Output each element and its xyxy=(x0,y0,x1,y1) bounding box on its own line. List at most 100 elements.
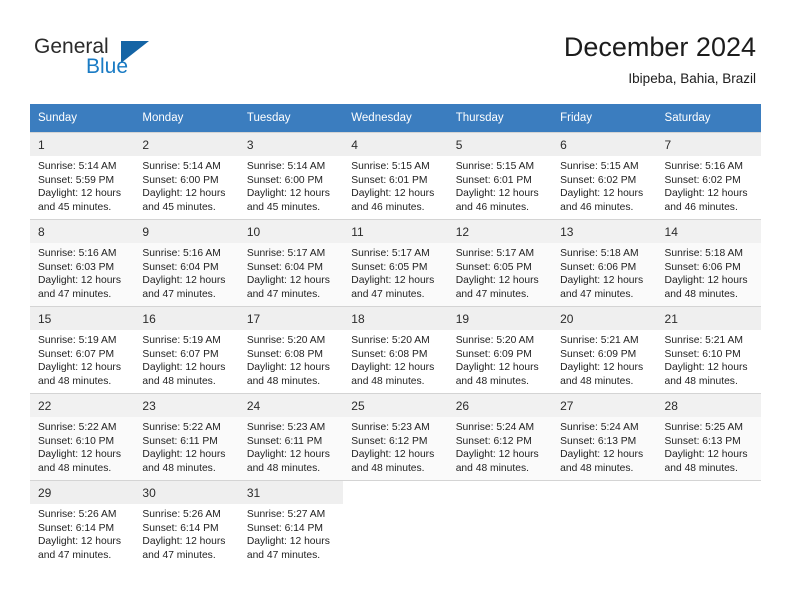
sunset-text: Sunset: 6:00 PM xyxy=(246,174,323,186)
calendar-day-cell[interactable]: 16 Sunrise: 5:19 AM Sunset: 6:07 PM Dayligh… xyxy=(134,306,239,394)
day-number: 10 xyxy=(238,220,344,243)
sunset-text: Sunset: 6:09 PM xyxy=(560,348,637,360)
calendar-day-cell[interactable]: 1 Sunrise: 5:14 AM Sunset: 5:59 PM Daylight… xyxy=(30,132,135,220)
calendar-day-cell[interactable]: 19 Sunrise: 5:20 AM Sunset: 6:09 PM Dayligh… xyxy=(447,306,553,394)
calendar-body: 1 Sunrise: 5:14 AM Sunset: 5:59 PM Daylight… xyxy=(30,132,761,567)
day-number: 22 xyxy=(30,394,135,417)
sunrise-text: Sunrise: 5:24 AM xyxy=(560,422,639,433)
day-number: 31 xyxy=(238,481,344,504)
calendar-day-cell[interactable]: 9 Sunrise: 5:16 AM Sunset: 6:04 PM Daylight… xyxy=(134,219,239,307)
daylight-text: and 45 minutes. xyxy=(38,201,112,213)
daylight-text: and 48 minutes. xyxy=(664,288,738,300)
sunset-text: Sunset: 6:14 PM xyxy=(142,522,219,534)
day-details xyxy=(343,490,447,494)
sunrise-text: Sunrise: 5:26 AM xyxy=(142,509,221,520)
calendar-day-cell[interactable]: 18 Sunrise: 5:20 AM Sunset: 6:08 PM Dayligh… xyxy=(343,306,448,394)
calendar-day-cell[interactable]: 3 Sunrise: 5:14 AM Sunset: 6:00 PM Daylight… xyxy=(238,132,344,220)
day-details: Sunrise: 5:24 AM Sunset: 6:13 PM Daylight:… xyxy=(552,417,656,475)
day-number: 2 xyxy=(134,133,239,156)
calendar-day-cell[interactable]: 22 Sunrise: 5:22 AM Sunset: 6:10 PM Dayligh… xyxy=(30,393,135,481)
sunset-text: Sunset: 6:06 PM xyxy=(560,261,637,273)
daylight-text: Daylight: 12 hours xyxy=(246,275,330,287)
daylight-text: and 48 minutes. xyxy=(560,462,634,474)
calendar-day-cell[interactable]: 6 Sunrise: 5:15 AM Sunset: 6:02 PM Daylight… xyxy=(552,132,657,220)
daylight-text: and 46 minutes. xyxy=(455,201,529,213)
calendar-day-cell[interactable]: 25 Sunrise: 5:23 AM Sunset: 6:12 PM Dayligh… xyxy=(343,393,448,481)
logo-text-blue: Blue xyxy=(86,55,129,78)
day-number: 3 xyxy=(238,133,344,156)
calendar-day-cell[interactable]: 12 Sunrise: 5:17 AM Sunset: 6:05 PM Dayligh… xyxy=(447,219,553,307)
calendar-day-cell[interactable]: 20 Sunrise: 5:21 AM Sunset: 6:09 PM Dayligh… xyxy=(552,306,657,394)
day-number: 18 xyxy=(343,307,448,330)
daylight-text: and 48 minutes. xyxy=(38,375,112,387)
calendar-day-cell[interactable]: 21 Sunrise: 5:21 AM Sunset: 6:10 PM Dayligh… xyxy=(656,306,761,394)
sunrise-text: Sunrise: 5:21 AM xyxy=(560,335,639,346)
sunrise-text: Sunrise: 5:25 AM xyxy=(664,422,743,433)
sunrise-text: Sunrise: 5:14 AM xyxy=(38,161,117,172)
page-title: December 2024 xyxy=(563,32,756,62)
calendar-day-cell[interactable]: 24 Sunrise: 5:23 AM Sunset: 6:11 PM Dayligh… xyxy=(238,393,344,481)
sunrise-text: Sunrise: 5:15 AM xyxy=(560,161,639,172)
calendar-day-cell[interactable]: 26 Sunrise: 5:24 AM Sunset: 6:12 PM Dayligh… xyxy=(447,393,553,481)
day-details: Sunrise: 5:20 AM Sunset: 6:09 PM Daylight:… xyxy=(448,330,552,388)
calendar-cell-empty xyxy=(343,480,448,567)
day-details: Sunrise: 5:16 AM Sunset: 6:02 PM Daylight:… xyxy=(657,156,761,214)
day-number: 20 xyxy=(552,307,657,330)
day-details xyxy=(448,490,552,494)
day-details: Sunrise: 5:17 AM Sunset: 6:05 PM Daylight:… xyxy=(448,243,552,301)
calendar-day-cell[interactable]: 15 Sunrise: 5:19 AM Sunset: 6:07 PM Dayligh… xyxy=(30,306,135,394)
daylight-text: and 48 minutes. xyxy=(351,462,425,474)
sunset-text: Sunset: 6:14 PM xyxy=(246,522,323,534)
calendar-day-cell[interactable]: 11 Sunrise: 5:17 AM Sunset: 6:05 PM Dayligh… xyxy=(343,219,448,307)
sunset-text: Sunset: 6:13 PM xyxy=(664,435,741,447)
day-details: Sunrise: 5:26 AM Sunset: 6:14 PM Daylight:… xyxy=(134,504,238,562)
daylight-text: and 45 minutes. xyxy=(142,201,216,213)
day-number: 28 xyxy=(656,394,761,417)
daylight-text: and 46 minutes. xyxy=(351,201,425,213)
daylight-text: and 48 minutes. xyxy=(246,375,321,387)
calendar-day-cell[interactable]: 2 Sunrise: 5:14 AM Sunset: 6:00 PM Daylight… xyxy=(134,132,239,220)
calendar-day-cell[interactable]: 30 Sunrise: 5:26 AM Sunset: 6:14 PM Dayligh… xyxy=(134,480,239,567)
day-details: Sunrise: 5:17 AM Sunset: 6:04 PM Daylight:… xyxy=(239,243,343,301)
calendar-day-cell[interactable]: 17 Sunrise: 5:20 AM Sunset: 6:08 PM Dayligh… xyxy=(238,306,344,394)
day-details: Sunrise: 5:14 AM Sunset: 6:00 PM Daylight:… xyxy=(239,156,343,214)
day-details: Sunrise: 5:14 AM Sunset: 6:00 PM Daylight:… xyxy=(134,156,238,214)
daylight-text: and 48 minutes. xyxy=(38,462,112,474)
calendar-day-cell[interactable]: 5 Sunrise: 5:15 AM Sunset: 6:01 PM Daylight… xyxy=(447,132,553,220)
day-number: 27 xyxy=(552,394,657,417)
sunrise-text: Sunrise: 5:16 AM xyxy=(664,161,743,172)
calendar-day-cell[interactable]: 14 Sunrise: 5:18 AM Sunset: 6:06 PM Dayligh… xyxy=(656,219,761,307)
sunrise-text: Sunrise: 5:16 AM xyxy=(38,248,117,259)
calendar-day-cell[interactable]: 31 Sunrise: 5:27 AM Sunset: 6:14 PM Dayligh… xyxy=(238,480,344,567)
daylight-text: Daylight: 12 hours xyxy=(38,188,121,200)
sunset-text: Sunset: 6:11 PM xyxy=(142,435,218,447)
sunset-text: Sunset: 6:07 PM xyxy=(38,348,115,360)
calendar-day-cell[interactable]: 8 Sunrise: 5:16 AM Sunset: 6:03 PM Daylight… xyxy=(30,219,135,307)
calendar-day-cell[interactable]: 7 Sunrise: 5:16 AM Sunset: 6:02 PM Daylight… xyxy=(656,132,761,220)
calendar-day-cell[interactable]: 10 Sunrise: 5:17 AM Sunset: 6:04 PM Dayligh… xyxy=(238,219,344,307)
day-details: Sunrise: 5:20 AM Sunset: 6:08 PM Daylight:… xyxy=(343,330,447,388)
sunset-text: Sunset: 6:02 PM xyxy=(664,174,741,186)
daylight-text: Daylight: 12 hours xyxy=(142,275,226,287)
sunset-text: Sunset: 6:03 PM xyxy=(38,261,115,273)
calendar-week-row: 1 Sunrise: 5:14 AM Sunset: 5:59 PM Daylight… xyxy=(30,132,761,220)
calendar-day-cell[interactable]: 29 Sunrise: 5:26 AM Sunset: 6:14 PM Dayligh… xyxy=(30,480,135,567)
daylight-text: and 48 minutes. xyxy=(142,462,216,474)
day-details: Sunrise: 5:18 AM Sunset: 6:06 PM Daylight:… xyxy=(657,243,761,301)
calendar-day-cell[interactable]: 13 Sunrise: 5:18 AM Sunset: 6:06 PM Dayligh… xyxy=(552,219,657,307)
day-number: 1 xyxy=(30,133,135,156)
calendar-day-cell[interactable]: 23 Sunrise: 5:22 AM Sunset: 6:11 PM Dayligh… xyxy=(134,393,239,481)
daylight-text: Daylight: 12 hours xyxy=(560,275,644,287)
calendar-day-cell[interactable]: 28 Sunrise: 5:25 AM Sunset: 6:13 PM Dayligh… xyxy=(656,393,761,481)
title-block: December 2024 Ibipeba, Bahia, Brazil xyxy=(564,30,756,89)
calendar-day-cell[interactable]: 27 Sunrise: 5:24 AM Sunset: 6:13 PM Dayligh… xyxy=(552,393,657,481)
daylight-text: Daylight: 12 hours xyxy=(142,536,226,548)
daylight-text: and 48 minutes. xyxy=(455,375,529,387)
sunrise-text: Sunrise: 5:16 AM xyxy=(142,248,221,259)
daylight-text: Daylight: 12 hours xyxy=(142,449,226,461)
daylight-text: Daylight: 12 hours xyxy=(246,188,330,200)
calendar-day-cell[interactable]: 4 Sunrise: 5:15 AM Sunset: 6:01 PM Daylight… xyxy=(343,132,448,220)
sunrise-text: Sunrise: 5:14 AM xyxy=(246,161,326,172)
day-number: 7 xyxy=(656,133,761,156)
calendar-cell-empty xyxy=(447,480,553,567)
